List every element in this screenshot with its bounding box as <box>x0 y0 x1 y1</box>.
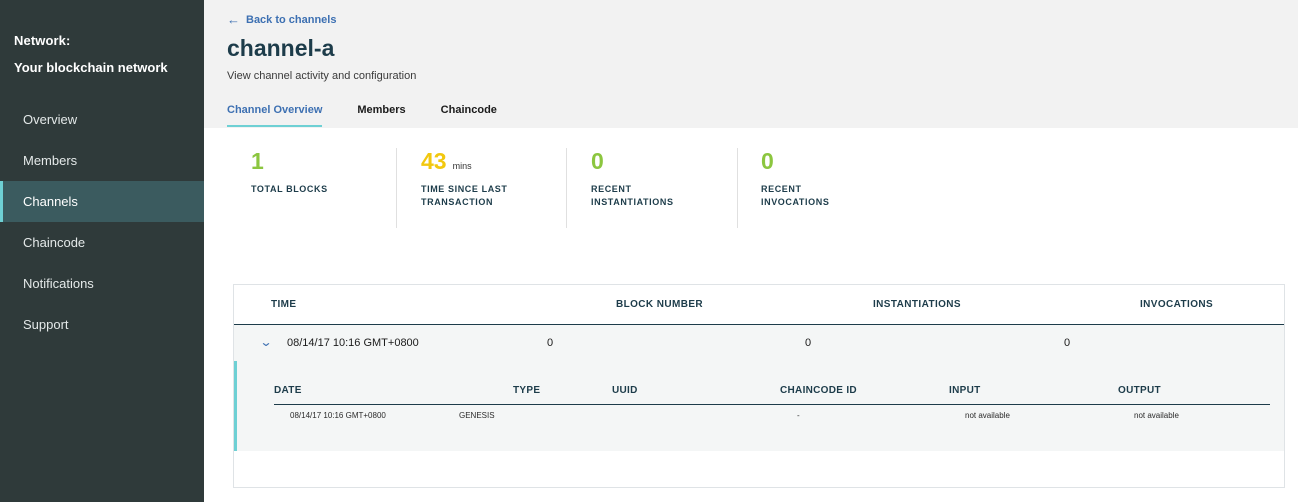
detail-cell-output: not available <box>1134 411 1179 420</box>
row-detail-panel: DATE TYPE UUID CHAINCODE ID INPUT OUTPUT… <box>234 361 1284 451</box>
cell-invocations: 0 <box>1064 337 1071 349</box>
cell-time: 08/14/17 10:16 GMT+0800 <box>287 337 419 349</box>
stat-number: 1 <box>251 148 264 174</box>
page-header: ← Back to channels channel-a View channe… <box>204 0 1298 128</box>
stat-recent-invocations: 0 RECENT INVOCATIONS <box>761 148 881 228</box>
stat-label: TOTAL BLOCKS <box>251 184 328 194</box>
detail-cell-input: not available <box>965 411 1010 420</box>
detail-header-date: DATE <box>274 385 302 396</box>
tab-chaincode[interactable]: Chaincode <box>441 104 497 127</box>
sidebar-item-channels[interactable]: Channels <box>0 181 204 222</box>
tab-bar: Channel Overview Members Chaincode <box>227 104 497 127</box>
sidebar-item-overview[interactable]: Overview <box>0 99 204 140</box>
network-label: Network: <box>14 33 71 48</box>
column-header-invocations[interactable]: INVOCATIONS <box>1140 299 1213 310</box>
detail-cell-chaincode-id: - <box>797 411 800 420</box>
stats-panel: 1 TOTAL BLOCKS 43 mins TIME SINCE LAST TR… <box>204 148 1298 228</box>
detail-cell-type: GENESIS <box>459 411 495 420</box>
stat-value: 0 <box>761 148 881 179</box>
column-header-block-number[interactable]: BLOCK NUMBER <box>616 299 703 310</box>
stat-total-blocks: 1 TOTAL BLOCKS <box>251 148 371 228</box>
sidebar-nav: Overview Members Channels Chaincode Noti… <box>0 99 204 345</box>
tab-channel-overview[interactable]: Channel Overview <box>227 104 323 127</box>
tab-members[interactable]: Members <box>357 104 405 127</box>
stat-divider <box>737 148 738 228</box>
table-row[interactable]: ⌄ 08/14/17 10:16 GMT+0800 0 0 0 <box>234 325 1284 361</box>
detail-header-output: OUTPUT <box>1118 385 1161 396</box>
sidebar: Network: Your blockchain network Overvie… <box>0 0 204 502</box>
column-header-time[interactable]: TIME <box>271 299 297 310</box>
sidebar-item-members[interactable]: Members <box>0 140 204 181</box>
stat-number: 0 <box>591 148 604 174</box>
stat-label: RECENT INVOCATIONS <box>761 184 830 207</box>
cell-instantiations: 0 <box>805 337 812 349</box>
stat-label: TIME SINCE LAST TRANSACTION <box>421 184 508 207</box>
detail-header-type: TYPE <box>513 385 541 396</box>
stat-value: 1 <box>251 148 371 179</box>
detail-header-divider <box>274 404 1270 405</box>
stat-number: 0 <box>761 148 774 174</box>
detail-header-chaincode-id: CHAINCODE ID <box>780 385 857 396</box>
network-name: Your blockchain network <box>14 60 168 75</box>
stat-divider <box>566 148 567 228</box>
sidebar-item-chaincode[interactable]: Chaincode <box>0 222 204 263</box>
arrow-left-icon: ← <box>227 12 240 27</box>
page-title: channel-a <box>227 35 335 61</box>
detail-header-uuid: UUID <box>612 385 638 396</box>
cell-block-number: 0 <box>547 337 554 349</box>
stat-label: RECENT INSTANTIATIONS <box>591 184 674 207</box>
stat-time-since-last-transaction: 43 mins TIME SINCE LAST TRANSACTION <box>421 148 541 228</box>
detail-header-input: INPUT <box>949 385 981 396</box>
stat-unit: mins <box>452 161 472 171</box>
page-description: View channel activity and configuration <box>227 70 417 82</box>
sidebar-item-notifications[interactable]: Notifications <box>0 263 204 304</box>
sidebar-item-support[interactable]: Support <box>0 304 204 345</box>
stat-recent-instantiations: 0 RECENT INSTANTIATIONS <box>591 148 711 228</box>
stat-value: 0 <box>591 148 711 179</box>
table-header: TIME BLOCK NUMBER INSTANTIATIONS INVOCAT… <box>234 285 1284 325</box>
detail-cell-date: 08/14/17 10:16 GMT+0800 <box>290 411 386 420</box>
back-to-channels-link[interactable]: ← Back to channels <box>227 12 336 27</box>
chevron-down-icon[interactable]: ⌄ <box>259 335 272 349</box>
stat-number: 43 <box>421 148 447 174</box>
stat-value: 43 mins <box>421 148 541 179</box>
blocks-table: TIME BLOCK NUMBER INSTANTIATIONS INVOCAT… <box>233 284 1285 488</box>
column-header-instantiations[interactable]: INSTANTIATIONS <box>873 299 961 310</box>
back-link-label: Back to channels <box>246 13 337 26</box>
stat-divider <box>396 148 397 228</box>
